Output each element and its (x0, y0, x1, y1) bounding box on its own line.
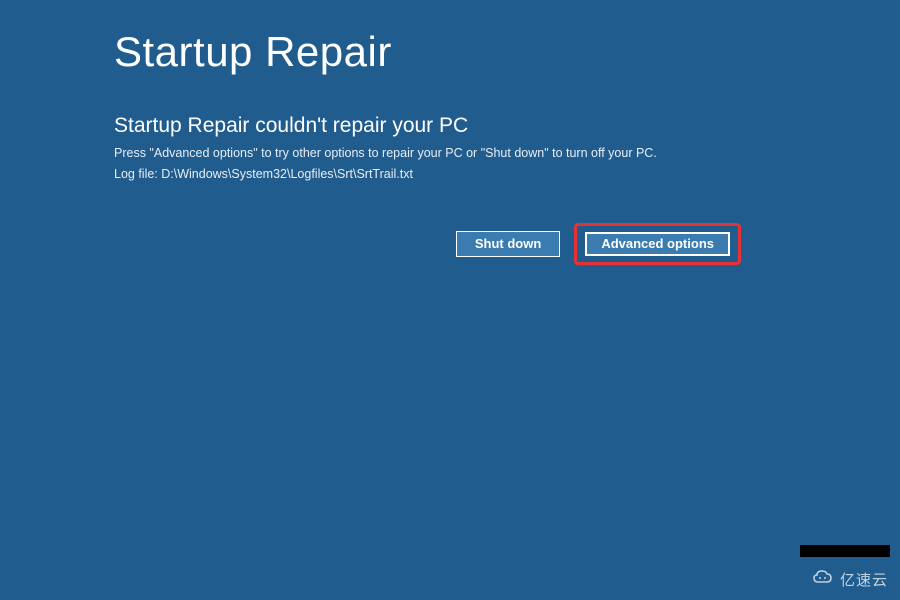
highlight-frame: Advanced options (574, 223, 741, 265)
advanced-options-button[interactable]: Advanced options (585, 232, 730, 256)
main-content: Startup Repair Startup Repair couldn't r… (0, 0, 900, 265)
cloud-icon (812, 569, 834, 590)
instruction-text: Press "Advanced options" to try other op… (114, 144, 900, 163)
watermark: 亿速云 (812, 569, 888, 590)
status-subheading: Startup Repair couldn't repair your PC (114, 114, 900, 138)
watermark-text: 亿速云 (840, 569, 888, 590)
shut-down-button[interactable]: Shut down (456, 231, 560, 257)
page-title: Startup Repair (114, 28, 900, 76)
button-row: Shut down Advanced options (114, 223, 741, 265)
logfile-path: Log file: D:\Windows\System32\Logfiles\S… (114, 167, 900, 181)
black-strip (800, 545, 890, 557)
